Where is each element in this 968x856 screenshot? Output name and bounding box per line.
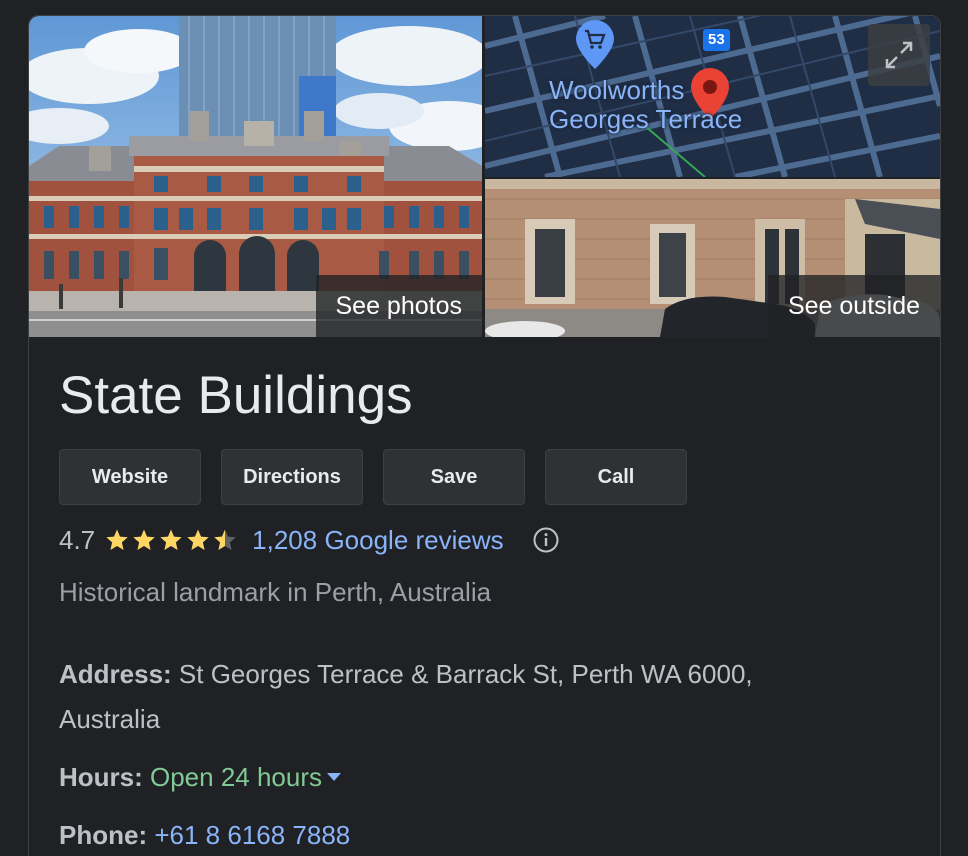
call-button[interactable]: Call [545, 449, 687, 505]
see-photos-label[interactable]: See photos [315, 275, 482, 337]
google-reviews-link[interactable]: 1,208 Google reviews [252, 525, 503, 556]
star-rating [105, 528, 240, 552]
info-icon[interactable] [532, 526, 560, 554]
hours-label: Hours: [59, 762, 150, 792]
phone-row: Phone: +61 8 6168 7888 [59, 813, 350, 856]
phone-link[interactable]: +61 8 6168 7888 [154, 820, 350, 850]
route-badge: 53 [703, 29, 730, 51]
half-star-icon [214, 529, 236, 550]
hours-row: Hours: Open 24 hours [59, 755, 342, 800]
map-thumbnail[interactable]: 53 Woolworths Georges Terrace [485, 16, 940, 177]
star-icon [187, 529, 209, 550]
hours-dropdown-caret-icon[interactable] [327, 773, 342, 782]
expand-icon [885, 41, 913, 69]
rating-row: 4.7 1,208 Google reviews [59, 522, 560, 558]
see-outside-label[interactable]: See outside [767, 275, 940, 337]
street-view-photo[interactable]: See outside [485, 179, 940, 337]
map-label-woolworths: Woolworths [549, 75, 685, 105]
star-icon [106, 529, 128, 550]
website-button[interactable]: Website [59, 449, 201, 505]
place-category: Historical landmark in Perth, Australia [59, 577, 492, 607]
hours-value[interactable]: Open 24 hours [150, 762, 322, 792]
directions-button[interactable]: Directions [221, 449, 363, 505]
knowledge-panel-page: See photos 53 Woolworths Georges Terrace… [0, 0, 968, 856]
star-icon [133, 529, 155, 550]
place-card: See photos 53 Woolworths Georges Terrace… [28, 15, 941, 856]
place-title: State Buildings [59, 366, 413, 425]
save-button[interactable]: Save [383, 449, 525, 505]
building-photo[interactable]: See photos [29, 16, 482, 337]
expand-map-button[interactable] [868, 24, 930, 86]
rating-value: 4.7 [59, 524, 96, 555]
star-icon [160, 529, 182, 550]
phone-label: Phone: [59, 820, 155, 850]
media-strip: See photos 53 Woolworths Georges Terrace… [29, 16, 940, 337]
address-label: Address: [59, 659, 179, 689]
action-buttons: Website Directions Save Call [59, 449, 687, 505]
map-label-georges-terrace: Georges Terrace [549, 104, 743, 134]
address-row: Address: St Georges Terrace & Barrack St… [59, 652, 859, 742]
